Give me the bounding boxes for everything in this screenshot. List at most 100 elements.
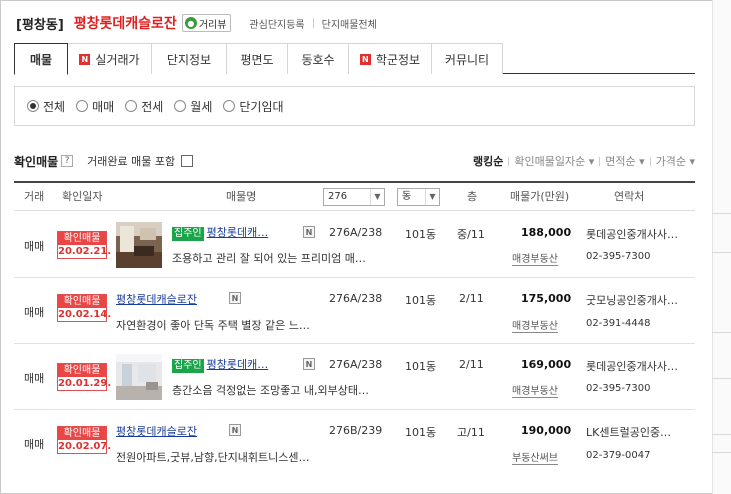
radio-monthly[interactable]: 월세 <box>174 98 212 115</box>
agent-name[interactable]: 굿모닝공인중개사… <box>586 292 678 308</box>
favorite-complex-link[interactable]: 관심단지등록 <box>249 16 304 31</box>
table-row[interactable]: 매매 확인매물 20.02.21. 집주인 평창롯데캐… N 조용하고 관리 잘 … <box>14 212 695 278</box>
listing-description: 전원아파트,굿뷰,남향,단지내휘트니스센… <box>116 451 310 464</box>
sort-ranking[interactable]: 랭킹순 <box>473 153 503 169</box>
table-row[interactable]: 매매 확인매물 20.01.29. 집주인 평창롯데캐… N 층간소음 걱정없는 … <box>14 344 695 410</box>
area-select[interactable]: 276 ▼ <box>323 188 385 206</box>
side-divider <box>712 332 731 333</box>
radio-label: 전세 <box>141 99 164 114</box>
listing-table-header: 거래 확인일자 매물명 276 ▼ 동 ▼ 층 매물가(만원) 연락처 <box>14 181 695 211</box>
dong-select[interactable]: 동 ▼ <box>397 188 440 206</box>
listing-area: 276A/238 <box>329 292 383 305</box>
area-select-value: 276 <box>328 191 348 202</box>
radio-all[interactable]: 전체 <box>27 98 65 115</box>
listing-description: 조용하고 관리 잘 되어 있는 프리미엄 매… <box>172 252 366 265</box>
side-scroll-strip <box>712 0 731 494</box>
verified-title: 확인매물 <box>14 154 59 169</box>
detail-tabs: 매물 N 실거래가 단지정보 평면도 동호수 N 학군정보 커뮤니티 <box>14 43 695 75</box>
listing-floor: 2/11 <box>459 358 484 371</box>
radio-short-term[interactable]: 단기임대 <box>223 98 284 115</box>
sort-options: 랭킹순 확인매물일자순 ▾ 면적순 ▾ 가격순 ▾ <box>473 153 695 169</box>
listing-title-line: 집주인 평창롯데캐… <box>172 224 268 241</box>
listing-floor: 중/11 <box>457 228 485 241</box>
tab-complex-info[interactable]: 단지정보 <box>151 43 227 74</box>
agent-name[interactable]: 롯데공인중개사사… <box>586 358 678 374</box>
map-pin-icon: ● <box>184 17 197 29</box>
sort-divider <box>599 156 601 166</box>
listing-dong: 101동 <box>405 228 437 241</box>
help-icon[interactable]: ? <box>61 155 74 167</box>
agency-source-link[interactable]: 매경부동산 <box>512 317 558 333</box>
col-name: 매물명 <box>226 190 257 203</box>
radio-label: 월세 <box>190 99 213 114</box>
tab-label: 실거래가 <box>95 52 140 67</box>
naver-icon[interactable]: N <box>303 226 315 238</box>
agency-source-link[interactable]: 매경부동산 <box>512 382 558 398</box>
all-listings-link[interactable]: 단지매물전체 <box>322 16 377 31</box>
tab-real-price[interactable]: N 실거래가 <box>67 43 152 74</box>
listing-title-link[interactable]: 평창롯데캐… <box>207 358 269 371</box>
tab-label: 커뮤니티 <box>444 52 490 67</box>
side-divider <box>712 452 731 453</box>
include-completed-checkbox[interactable] <box>181 155 194 167</box>
tab-floor-plan[interactable]: 평면도 <box>226 43 288 74</box>
radio-label: 전체 <box>43 99 66 114</box>
listing-dong: 101동 <box>405 426 437 439</box>
col-contact: 연락처 <box>614 190 645 203</box>
listing-thumbnail[interactable] <box>116 222 162 268</box>
radio-dot-icon <box>174 100 187 112</box>
listing-description: 층간소음 걱정없는 조망좋고 내,외부상태… <box>172 384 370 397</box>
listing-price: 175,000 <box>521 292 572 305</box>
radio-dot-icon <box>223 100 236 112</box>
listing-title-line: 집주인 평창롯데캐… <box>172 356 268 373</box>
naver-icon[interactable]: N <box>229 292 241 304</box>
listing-price: 169,000 <box>521 358 572 371</box>
tab-label: 학군정보 <box>375 52 421 67</box>
table-row[interactable]: 매매 확인매물 20.02.14. 평창롯데캐슬로잔 N 자연환경이 좋아 단독… <box>14 278 695 344</box>
agency-source-link[interactable]: 매경부동산 <box>512 250 558 266</box>
listing-title-link[interactable]: 평창롯데캐슬로잔 <box>116 293 197 306</box>
trade-type: 매매 <box>24 240 45 253</box>
radio-sale[interactable]: 매매 <box>76 98 114 115</box>
radio-dot-icon <box>125 100 138 112</box>
agent-phone: 02-395-7300 <box>586 251 651 262</box>
col-date: 확인일자 <box>62 190 103 203</box>
side-divider <box>712 213 731 214</box>
tab-label: 단지정보 <box>166 52 212 67</box>
radio-jeonse[interactable]: 전세 <box>125 98 163 115</box>
sort-area[interactable]: 면적순 ▾ <box>605 153 644 169</box>
verified-listings-bar: 확인매물 ? 거래완료 매물 포함 랭킹순 확인매물일자순 ▾ 면적순 ▾ 가격… <box>14 152 695 170</box>
listing-area: 276B/239 <box>329 424 383 437</box>
listing-title-line: 평창롯데캐슬로잔 <box>116 423 197 439</box>
sort-price[interactable]: 가격순 ▾ <box>656 153 695 169</box>
tab-label: 평면도 <box>240 52 274 67</box>
tab-unit-numbers[interactable]: 동호수 <box>287 43 349 74</box>
table-row[interactable]: 매매 확인매물 20.02.07. 평창롯데캐슬로잔 N 전원아파트,굿뷰,남향… <box>14 410 695 476</box>
chevron-down-icon: ▼ <box>370 189 384 205</box>
complex-header: [평창동] 평창롯데캐슬로잔 ● 거리뷰 관심단지등록 단지매물전체 <box>16 12 377 34</box>
naver-icon[interactable]: N <box>229 424 241 436</box>
verified-date: 20.02.14. <box>58 309 112 320</box>
street-view-button[interactable]: ● 거리뷰 <box>181 14 232 32</box>
agent-name[interactable]: LK센트럴공인중… <box>586 424 671 440</box>
tab-community[interactable]: 커뮤니티 <box>431 43 503 74</box>
agent-name[interactable]: 롯데공인중개사사… <box>586 226 678 242</box>
verified-label: 확인매물 <box>58 232 106 245</box>
link-divider <box>312 18 314 28</box>
radio-dot-icon <box>76 100 89 112</box>
radio-label: 단기임대 <box>239 99 284 114</box>
sort-verified-date[interactable]: 확인매물일자순 ▾ <box>514 153 594 169</box>
listing-area: 276A/238 <box>329 358 383 371</box>
col-floor: 층 <box>467 190 478 203</box>
col-trade: 거래 <box>24 190 45 203</box>
listing-thumbnail[interactable] <box>116 354 162 400</box>
listing-price: 188,000 <box>521 226 572 239</box>
tab-school-info[interactable]: N 학군정보 <box>348 43 432 74</box>
dong-select-value: 동 <box>402 191 412 202</box>
listing-title-link[interactable]: 평창롯데캐… <box>207 226 269 239</box>
agency-source-link[interactable]: 부동산써브 <box>512 449 558 465</box>
radio-dot-icon <box>27 100 39 112</box>
naver-icon[interactable]: N <box>303 358 315 370</box>
tab-listings[interactable]: 매물 <box>14 43 68 75</box>
listing-title-link[interactable]: 평창롯데캐슬로잔 <box>116 425 197 438</box>
